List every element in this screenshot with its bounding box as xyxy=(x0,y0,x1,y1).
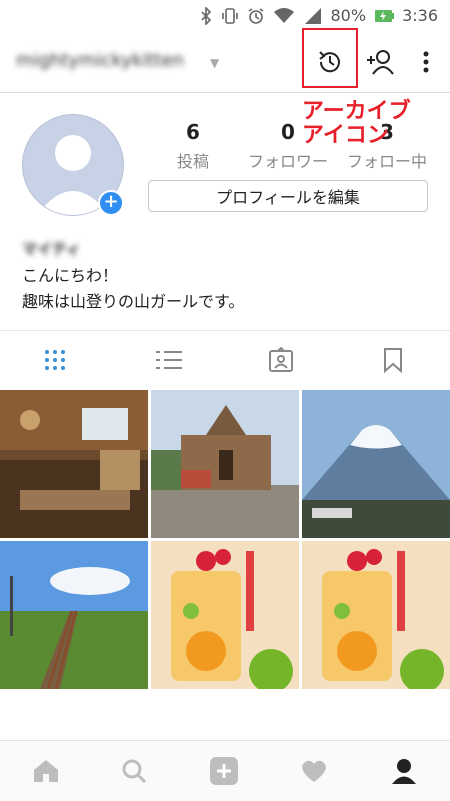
photo-mount-fuji[interactable] xyxy=(302,390,450,538)
posts-stat[interactable]: 6 投稿 xyxy=(170,120,216,172)
profile-header: mightymickykitten ▼ xyxy=(0,32,450,93)
edit-profile-button[interactable]: プロフィールを編集 xyxy=(148,180,428,212)
photo-cabin-interior[interactable] xyxy=(0,390,148,538)
photo-church-building[interactable] xyxy=(151,390,299,538)
alarm-icon xyxy=(247,7,265,25)
heart-icon[interactable] xyxy=(298,755,330,787)
vibrate-icon xyxy=(221,7,239,25)
tagged-icon[interactable] xyxy=(266,345,296,375)
posts-label: 投稿 xyxy=(176,152,209,171)
profile-name: マイティ xyxy=(22,240,81,258)
more-icon[interactable] xyxy=(412,44,440,80)
photo-fruit-drinks[interactable] xyxy=(302,541,450,689)
profile-tabs xyxy=(0,330,450,389)
photo-fruit-drinks[interactable] xyxy=(151,541,299,689)
bio-line-2: 趣味は山登りの山ガールです。 xyxy=(22,292,245,311)
bluetooth-icon xyxy=(199,6,213,25)
clock-time: 3:36 xyxy=(402,6,438,25)
add-story-icon[interactable]: + xyxy=(98,190,124,216)
annotation-line1: アーカイブ xyxy=(302,99,411,124)
followers-label: フォロワー xyxy=(247,152,328,171)
photo-railway-track[interactable] xyxy=(0,541,148,689)
annotation-line2: アイコン xyxy=(302,123,389,148)
chevron-down-icon[interactable]: ▼ xyxy=(210,56,219,70)
username-dropdown[interactable]: mightymickykitten xyxy=(16,50,184,71)
bio-line-1: こんにちわ！ xyxy=(22,266,119,285)
add-icon[interactable] xyxy=(208,755,240,787)
following-label: フォロー中 xyxy=(346,152,427,171)
signal-icon xyxy=(303,7,323,25)
home-icon[interactable] xyxy=(30,755,62,787)
battery-percent: 80% xyxy=(330,6,367,25)
add-user-icon[interactable] xyxy=(362,44,398,80)
archive-annotation: アーカイブ アイコン xyxy=(302,100,411,148)
wifi-icon xyxy=(273,7,295,25)
archive-highlight-box xyxy=(302,28,358,88)
battery-icon xyxy=(374,9,395,23)
list-icon[interactable] xyxy=(154,345,184,375)
status-bar: 80% 3:36 xyxy=(0,0,450,32)
posts-count: 6 xyxy=(186,120,200,144)
profile-icon[interactable] xyxy=(388,755,420,787)
saved-icon[interactable] xyxy=(378,345,408,375)
grid-icon[interactable] xyxy=(40,345,70,375)
bottom-navigation xyxy=(0,740,450,801)
search-icon[interactable] xyxy=(118,755,150,787)
